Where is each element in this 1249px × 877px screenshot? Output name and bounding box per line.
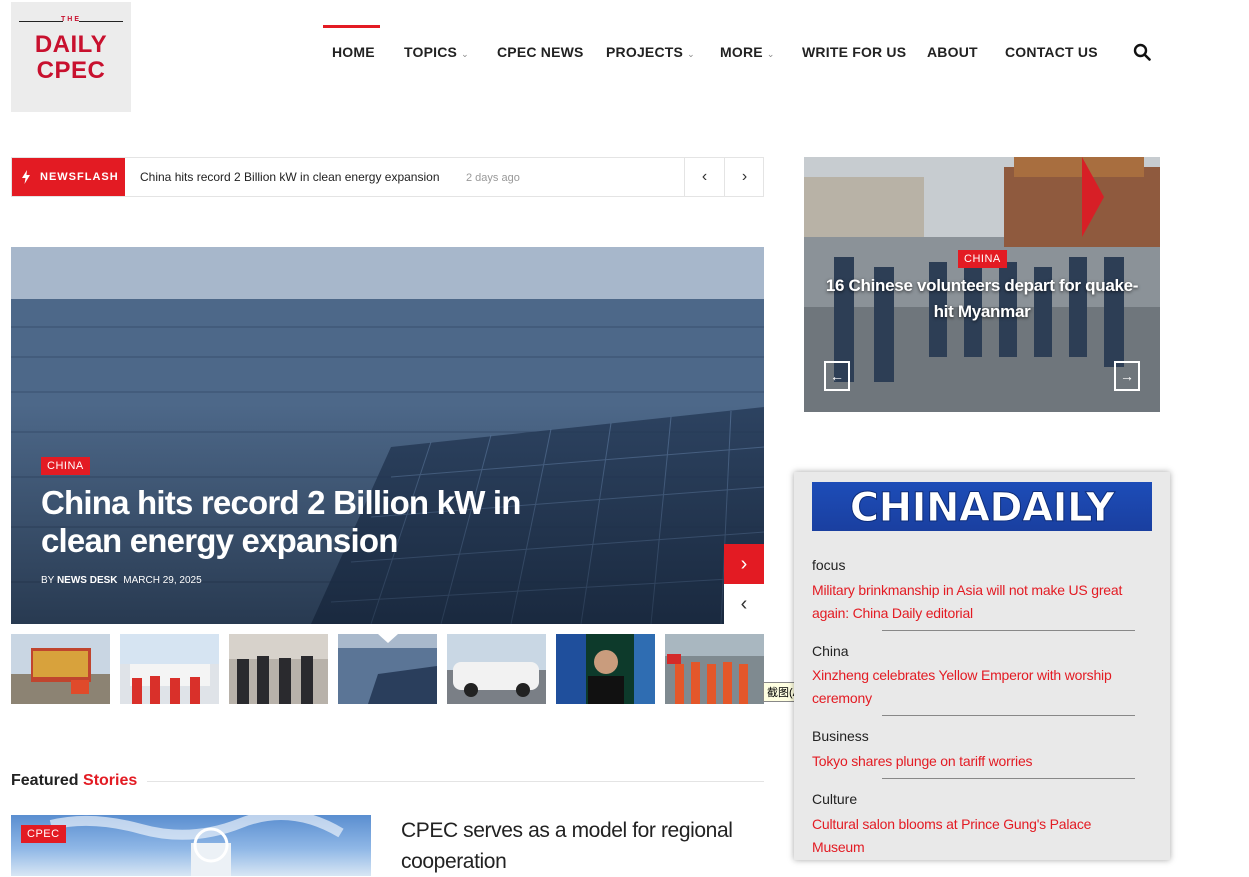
nav-write-for-us[interactable]: WRITE FOR US [802, 44, 906, 60]
logo-line2: CPEC [36, 57, 106, 84]
thumbnail-1[interactable] [11, 634, 110, 704]
nav-projects[interactable]: PROJECTS ⌄ [606, 44, 695, 60]
officials-meeting-thumb [229, 634, 328, 704]
cd-category-china: China [812, 643, 849, 659]
nav-more[interactable]: MORE ⌄ [720, 44, 775, 60]
logo-rule-right [79, 21, 123, 22]
nav-cpec-news[interactable]: CPEC NEWS [497, 44, 584, 60]
newsflash-label: NEWSFLASH [12, 158, 125, 196]
thumbnail-6[interactable] [556, 634, 655, 704]
thumbnail-5[interactable] [447, 634, 546, 704]
featured-stories-heading: Featured Stories [11, 772, 137, 790]
china-daily-logo-text: CHINADAILY [849, 485, 1115, 532]
nav-home[interactable]: HOME [332, 44, 375, 60]
nav-topics-label: TOPICS [404, 44, 458, 60]
thumbnail-7[interactable] [665, 634, 764, 704]
arrow-right-icon: → [1120, 368, 1134, 384]
newsflash-next-button[interactable]: › [724, 158, 764, 196]
hero-author[interactable]: NEWS DESK [57, 575, 118, 586]
cd-headline-business[interactable]: Tokyo shares plunge on tariff worries [812, 750, 1142, 773]
cd-category-business: Business [812, 728, 869, 744]
newsflash-prev-button[interactable]: ‹ [684, 158, 724, 196]
chevron-right-icon: › [740, 552, 748, 575]
side-slider-title[interactable]: 16 Chinese volunteers depart for quake-h… [820, 273, 1144, 325]
side-slider-prev-button[interactable]: ← [824, 361, 850, 391]
site-logo[interactable]: THE DAILY CPEC [11, 2, 131, 112]
featured-story-title[interactable]: CPEC serves as a model for regional coop… [401, 815, 761, 877]
hero-slide-image[interactable] [11, 247, 764, 624]
rescue-team-thumb [665, 634, 764, 704]
side-slider-category-badge[interactable]: CHINA [958, 250, 1007, 268]
chevron-left-icon: ‹ [740, 592, 748, 615]
chevron-left-icon: ‹ [701, 168, 708, 185]
hero-category-badge[interactable]: CHINA [41, 457, 90, 475]
solar-field-thumb [338, 634, 437, 704]
chevron-down-icon: ⌄ [766, 49, 775, 59]
cd-divider [882, 778, 1135, 779]
featured-divider [147, 781, 764, 782]
cd-headline-china[interactable]: Xinzheng celebrates Yellow Emperor with … [812, 664, 1142, 710]
hero-next-button[interactable]: › [724, 544, 764, 584]
newsflash-ticker: NEWSFLASH China hits record 2 Billion kW… [11, 157, 764, 197]
cd-category-culture: Culture [812, 791, 858, 807]
nav-about[interactable]: ABOUT [927, 44, 978, 60]
cd-divider [882, 715, 1135, 716]
newsflash-headline[interactable]: China hits record 2 Billion kW in clean … [140, 170, 440, 184]
official-portrait-thumb [556, 634, 655, 704]
side-slider-next-button[interactable]: → [1114, 361, 1140, 391]
chevron-down-icon: ⌄ [687, 49, 695, 59]
hero-date: MARCH 29, 2025 [123, 575, 202, 586]
featured-heading-accent: Stories [83, 772, 138, 789]
cd-headline-culture[interactable]: Cultural salon blooms at Prince Gung's P… [812, 813, 1142, 859]
hero-title[interactable]: China hits record 2 Billion kW in clean … [41, 484, 541, 560]
bolt-icon [22, 170, 30, 184]
nav-topics[interactable]: TOPICS ⌄ [404, 44, 469, 60]
featured-heading-plain: Featured [11, 772, 79, 789]
thumbnail-3[interactable] [229, 634, 328, 704]
hero-prev-button[interactable]: ‹ [724, 584, 764, 624]
arrow-left-icon: ← [830, 368, 844, 384]
logo-line1: DAILY [34, 31, 108, 58]
thumbnail-4-active[interactable] [338, 634, 437, 704]
newsflash-label-text: NEWSFLASH [40, 171, 119, 183]
thumbnail-2[interactable] [120, 634, 219, 704]
china-daily-logo[interactable]: CHINADAILY [812, 482, 1152, 531]
china-daily-widget: CHINADAILY focus Military brinkmanship i… [794, 472, 1170, 860]
cd-divider [882, 630, 1135, 631]
featured-category-badge[interactable]: CPEC [21, 825, 66, 843]
cd-category-focus: focus [812, 557, 846, 573]
volunteers-banner-thumb [120, 634, 219, 704]
cd-headline-focus[interactable]: Military brinkmanship in Asia will not m… [812, 579, 1142, 625]
newsflash-time: 2 days ago [466, 172, 520, 184]
search-icon[interactable] [1133, 43, 1151, 61]
truck-loading-thumb [11, 634, 110, 704]
chevron-right-icon: › [741, 168, 748, 185]
logo-wordmark: DAILY CPEC [11, 32, 131, 84]
chevron-down-icon: ⌄ [461, 49, 469, 59]
nav-contact-us[interactable]: CONTACT US [1005, 44, 1098, 60]
white-suv-thumb [447, 634, 546, 704]
nav-projects-label: PROJECTS [606, 44, 684, 60]
nav-active-indicator [323, 25, 380, 28]
hero-by: BY [41, 575, 55, 586]
hero-meta: BY NEWS DESK MARCH 29, 2025 [41, 575, 202, 586]
active-thumb-pointer [378, 634, 398, 643]
nav-more-label: MORE [720, 44, 763, 60]
